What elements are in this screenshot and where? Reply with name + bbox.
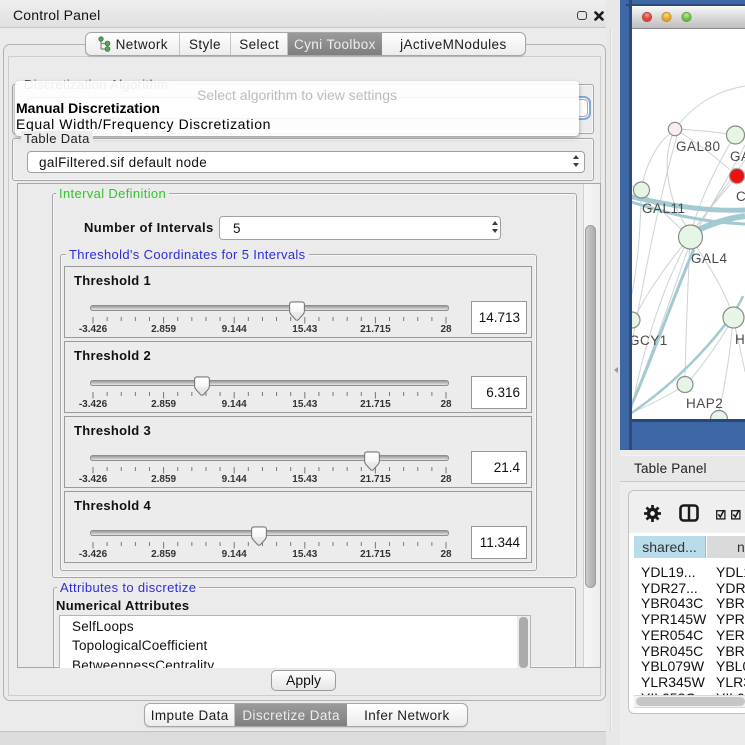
svg-text:GAL11: GAL11 [642, 201, 686, 216]
svg-text:H: H [735, 332, 745, 347]
svg-text:GCY1: GCY1 [632, 333, 668, 348]
svg-text:HAP2: HAP2 [686, 396, 723, 411]
svg-text:GA: GA [730, 149, 745, 164]
svg-text:C: C [736, 189, 745, 204]
svg-text:GAL4: GAL4 [691, 251, 728, 266]
svg-text:GAL80: GAL80 [676, 139, 721, 154]
